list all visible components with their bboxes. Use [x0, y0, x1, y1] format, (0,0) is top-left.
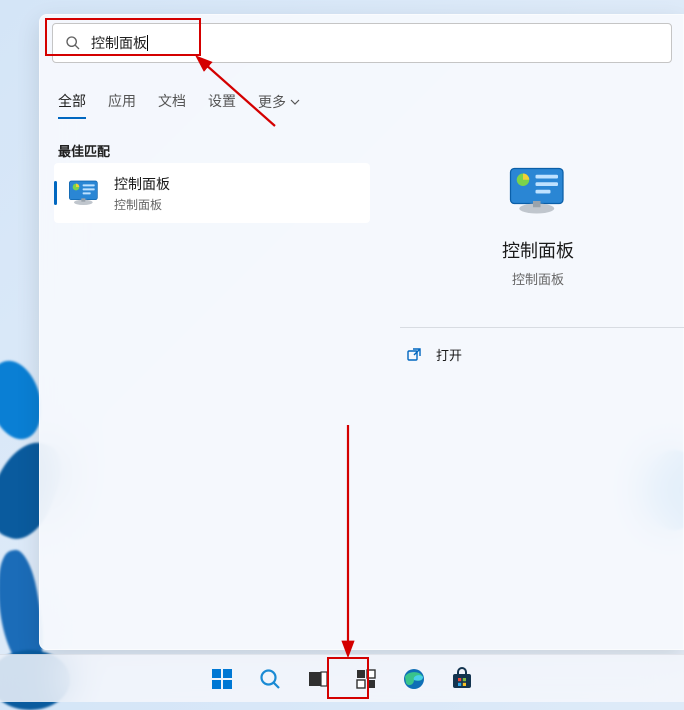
search-filter-tabs: 全部 应用 文档 设置 更多: [58, 91, 300, 119]
taskbar: [0, 654, 684, 702]
result-subtitle: 控制面板: [114, 196, 170, 213]
chevron-down-icon: [290, 97, 300, 107]
preview-pane: 控制面板 控制面板: [388, 125, 684, 308]
widgets-icon: [354, 667, 378, 691]
result-item-control-panel[interactable]: 控制面板 控制面板: [54, 163, 370, 223]
selection-indicator: [54, 181, 57, 205]
search-icon: [258, 667, 282, 691]
tab-apps[interactable]: 应用: [108, 91, 136, 119]
best-match-label: 最佳匹配: [58, 141, 110, 160]
search-input-text: 控制面板: [91, 33, 147, 53]
taskview-button[interactable]: [298, 659, 338, 699]
action-open-label: 打开: [436, 345, 462, 364]
tab-more-label: 更多: [258, 92, 286, 112]
start-search-panel: 控制面板 全部 应用 文档 设置 更多 最佳匹配: [39, 14, 684, 650]
widgets-button[interactable]: [346, 659, 386, 699]
open-icon: [406, 347, 422, 363]
divider: [400, 327, 684, 328]
taskview-icon: [306, 667, 330, 691]
action-open[interactable]: 打开: [400, 341, 468, 368]
search-button[interactable]: [250, 659, 290, 699]
edge-button[interactable]: [394, 659, 434, 699]
tab-more[interactable]: 更多: [258, 91, 300, 119]
search-input-container[interactable]: 控制面板: [52, 23, 672, 63]
start-button[interactable]: [202, 659, 242, 699]
control-panel-icon: [68, 179, 100, 207]
tab-all[interactable]: 全部: [58, 91, 86, 119]
store-button[interactable]: [442, 659, 482, 699]
windows-icon: [210, 667, 234, 691]
tab-documents[interactable]: 文档: [158, 91, 186, 119]
store-icon: [450, 667, 474, 691]
tab-settings[interactable]: 设置: [208, 91, 236, 119]
preview-title: 控制面板: [408, 237, 668, 263]
result-title: 控制面板: [114, 174, 170, 194]
control-panel-icon-large: [508, 161, 568, 221]
edge-icon: [402, 667, 426, 691]
search-icon: [65, 35, 81, 51]
preview-subtitle: 控制面板: [408, 269, 668, 288]
